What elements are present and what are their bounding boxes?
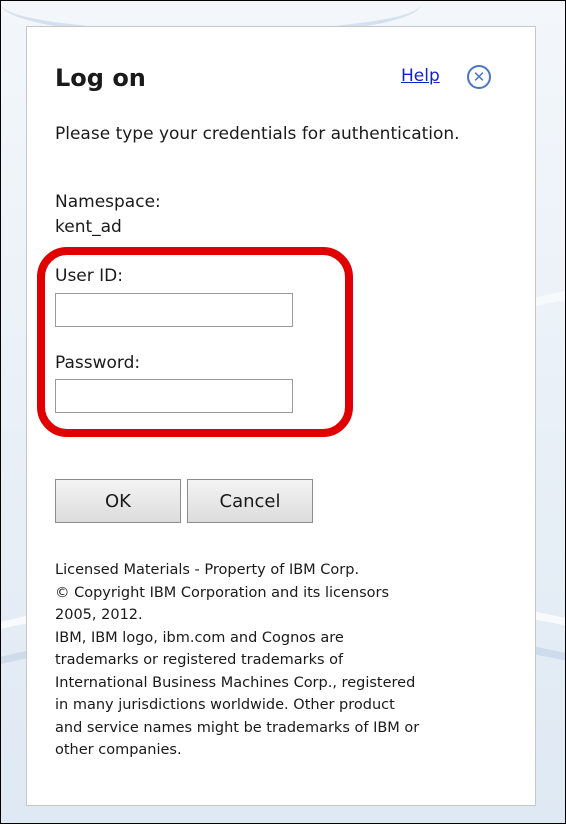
legal-line: IBM, IBM logo, ibm.com and Cognos are (55, 629, 344, 646)
logon-dialog: Log on Help ✕ Please type your credentia… (26, 26, 536, 806)
legal-line: in many jurisdictions worldwide. Other p… (55, 697, 395, 713)
instructions-text: Please type your credentials for authent… (55, 124, 460, 144)
dialog-title: Log on (55, 64, 146, 92)
legal-line: 2005, 2012. (55, 607, 143, 623)
password-label: Password: (55, 353, 141, 373)
legal-line: International Business Machines Corp., r… (55, 674, 416, 691)
legal-line: and service names might be trademarks of… (55, 719, 420, 736)
help-link[interactable]: Help (401, 66, 440, 86)
cancel-button[interactable]: Cancel (187, 479, 313, 523)
legal-notice: Licensed Materials - Property of IBM Cor… (55, 559, 515, 762)
legal-line: Licensed Materials - Property of IBM Cor… (55, 562, 360, 578)
legal-line: other companies. (55, 742, 182, 758)
close-icon[interactable]: ✕ (467, 65, 491, 89)
user-id-input[interactable] (55, 293, 293, 327)
namespace-label: Namespace: (55, 192, 161, 212)
legal-line: trademarks or registered trademarks of (55, 652, 344, 668)
legal-line: © Copyright IBM Corporation and its lice… (55, 584, 390, 601)
user-id-label: User ID: (55, 266, 123, 286)
password-input[interactable] (55, 379, 293, 413)
namespace-value: kent_ad (55, 217, 122, 237)
ok-button[interactable]: OK (55, 479, 181, 523)
